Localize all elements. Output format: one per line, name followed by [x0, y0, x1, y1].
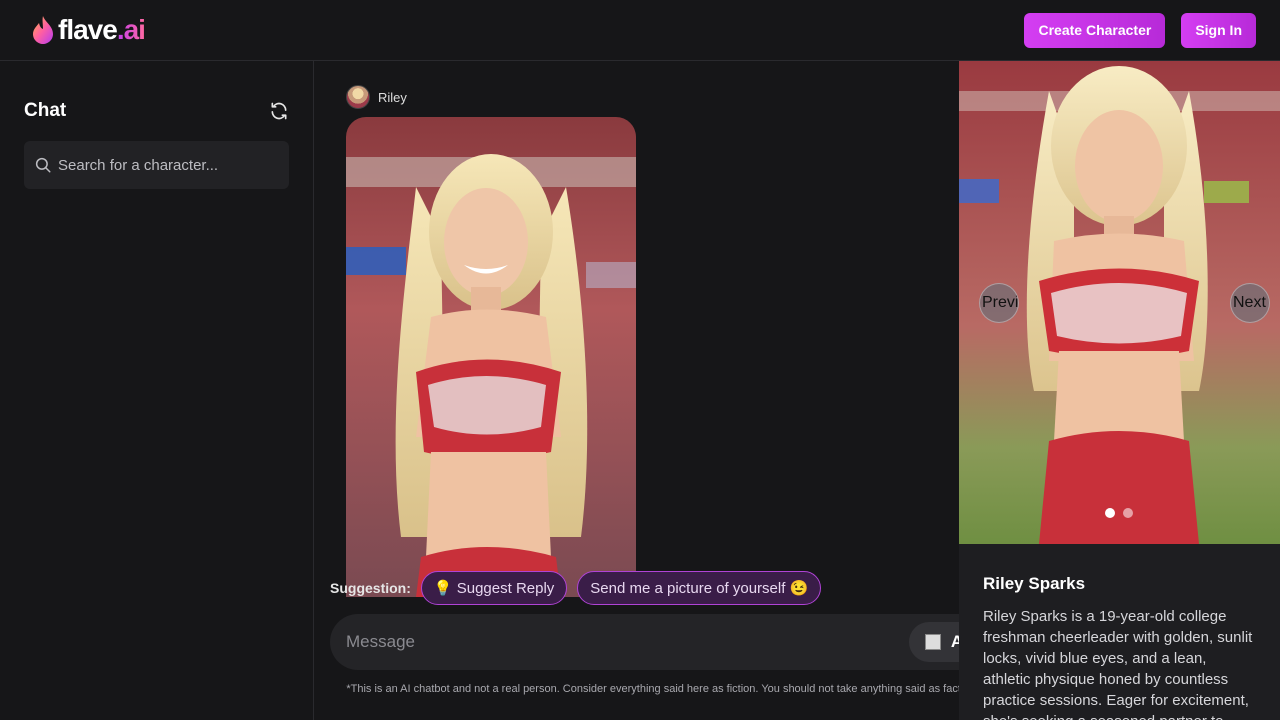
gallery-next-button[interactable]: Next [1230, 283, 1270, 323]
logo-text: flave.ai [58, 14, 146, 46]
refresh-icon[interactable] [269, 101, 289, 121]
app-root: flave.ai Create Character Sign In Chat S… [0, 0, 1280, 720]
message-input[interactable] [346, 632, 909, 652]
flame-logo-icon [33, 16, 53, 44]
cheerleader-photo [346, 117, 636, 597]
gallery-prev-button[interactable]: Previous [979, 283, 1019, 323]
chat-area: Riley Suggestion: 💡 Suggest Reply Send m… [314, 61, 959, 720]
sidebar: Chat [0, 61, 314, 720]
avatar[interactable] [346, 85, 370, 109]
logo-main: flave [58, 14, 118, 45]
message-image[interactable] [346, 117, 636, 597]
suggestion-row: Suggestion: 💡 Suggest Reply Send me a pi… [330, 571, 822, 605]
sidebar-title: Chat [24, 100, 67, 121]
top-header: flave.ai Create Character Sign In [0, 0, 1280, 61]
create-character-button[interactable]: Create Character [1024, 12, 1166, 48]
character-profile: Riley Sparks Riley Sparks is a 19-year-o… [959, 544, 1280, 720]
ask-icon [924, 634, 941, 650]
message-composer: Ask [330, 614, 959, 670]
character-name: Riley Sparks [983, 574, 1086, 593]
logo[interactable]: flave.ai [32, 14, 146, 46]
sender-name: Riley [378, 89, 407, 105]
character-gallery: Previous Next [959, 61, 1280, 544]
suggest-reply-chip[interactable]: 💡 Suggest Reply [420, 571, 568, 605]
message-header: Riley [346, 85, 407, 109]
picture-request-chip[interactable]: Send me a picture of yourself 😉 [577, 571, 822, 605]
suggestion-label: Suggestion: [330, 580, 411, 596]
ask-label: Ask [950, 632, 959, 651]
header-actions: Create Character Sign In [1024, 12, 1256, 48]
search-icon [35, 157, 51, 173]
search-input[interactable] [58, 156, 279, 174]
gallery-dot-2[interactable] [1123, 508, 1133, 518]
search-box [24, 141, 289, 189]
logo-suffix: .ai [116, 14, 146, 45]
sign-in-button[interactable]: Sign In [1181, 12, 1256, 48]
character-description: Riley Sparks is a 19-year-old college fr… [983, 608, 1253, 720]
sidebar-header: Chat [24, 99, 289, 123]
ask-button[interactable]: Ask [908, 622, 959, 662]
character-panel: Previous Next Riley Sparks Riley Sparks … [959, 61, 1280, 720]
disclaimer-text: *This is an AI chatbot and not a real pe… [346, 683, 959, 695]
gallery-dot-1[interactable] [1105, 508, 1115, 518]
gallery-dots [1105, 508, 1133, 518]
